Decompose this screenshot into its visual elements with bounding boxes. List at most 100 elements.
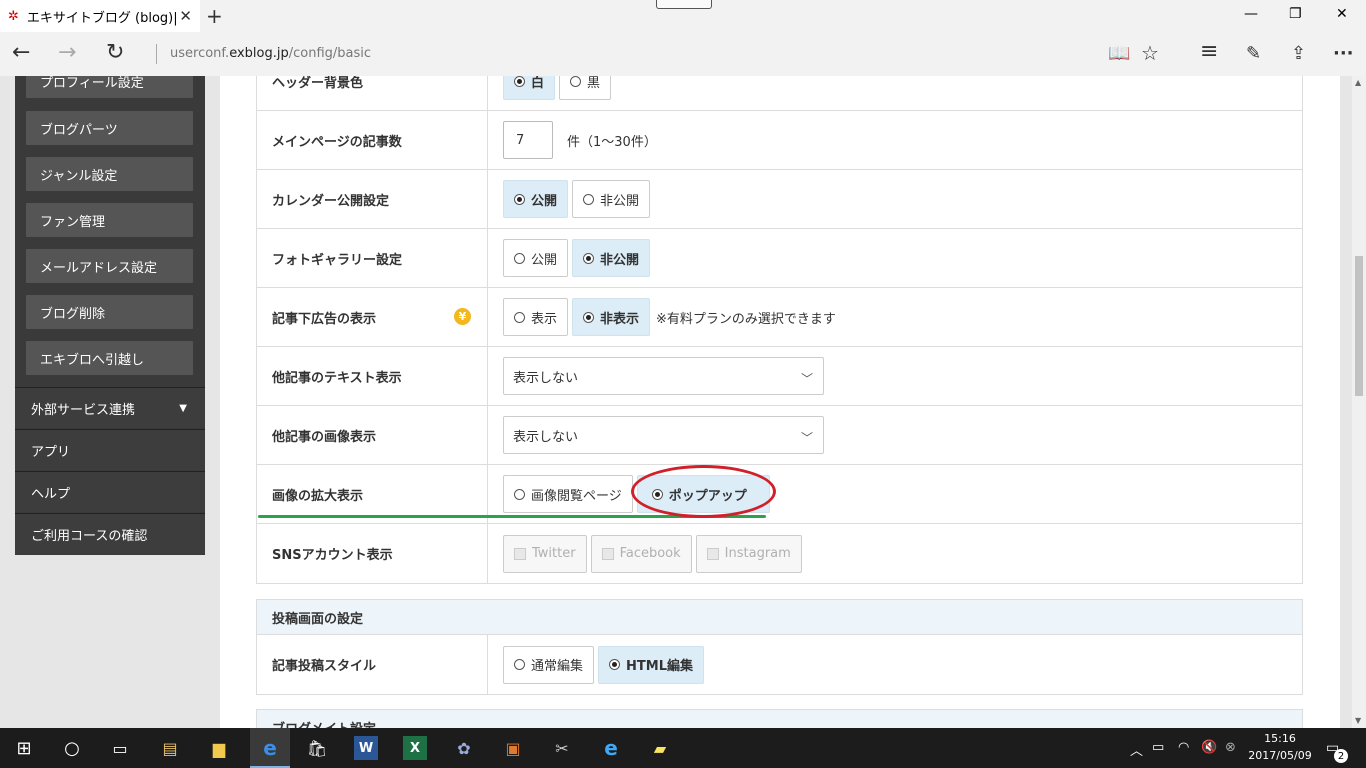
sns-instagram-checkbox[interactable]: Instagram bbox=[695, 534, 802, 573]
notification-count-badge: 2 bbox=[1334, 749, 1348, 763]
wifi-icon[interactable]: ◠ bbox=[1178, 740, 1189, 755]
other-text-select[interactable]: 表示しない ﹀ bbox=[503, 357, 824, 395]
setting-label: 他記事の画像表示 bbox=[257, 406, 488, 464]
back-button[interactable]: ← bbox=[12, 40, 30, 65]
sidebar-item-migrate[interactable]: エキブロへ引越し bbox=[26, 341, 193, 375]
close-tab-icon[interactable]: ✕ bbox=[179, 7, 192, 25]
option-label: HTML編集 bbox=[626, 659, 693, 674]
chevron-down-icon: ﹀ bbox=[800, 372, 813, 386]
scroll-down-icon[interactable]: ▼ bbox=[1355, 716, 1361, 725]
favorite-star-icon[interactable]: ☆ bbox=[1141, 41, 1159, 65]
ad-hide-option[interactable]: 非表示 bbox=[572, 298, 651, 336]
title-drag-handle[interactable] bbox=[656, 0, 712, 9]
sidebar-item-profile[interactable]: プロフィール設定 bbox=[26, 76, 193, 98]
minimize-button[interactable]: — bbox=[1244, 6, 1258, 22]
gallery-private-option[interactable]: 非公開 bbox=[572, 239, 651, 277]
url-path: /config/basic bbox=[288, 46, 372, 61]
sidebar: プロフィール設定 ブログパーツ ジャンル設定 ファン管理 メールアドレス設定 ブ… bbox=[15, 76, 205, 555]
sns-facebook-checkbox[interactable]: Facebook bbox=[590, 534, 692, 573]
hub-icon[interactable]: ≡ bbox=[1200, 39, 1218, 64]
forward-button[interactable]: → bbox=[58, 40, 76, 65]
sidebar-item-genre[interactable]: ジャンル設定 bbox=[26, 157, 193, 191]
search-icon[interactable]: ○ bbox=[60, 736, 84, 760]
ad-show-option[interactable]: 表示 bbox=[503, 298, 569, 336]
battery-icon[interactable]: ▭ bbox=[1152, 740, 1164, 755]
radio-unchecked-icon bbox=[514, 488, 525, 500]
excel-icon[interactable]: X bbox=[403, 736, 427, 760]
option-label: 非公開 bbox=[600, 193, 640, 209]
task-view-icon[interactable]: ▭ bbox=[108, 736, 132, 760]
setting-row-post-style: 記事投稿スタイル 通常編集 HTML編集 bbox=[257, 635, 1302, 694]
radio-unchecked-icon bbox=[583, 193, 595, 205]
url-field[interactable]: userconf.exblog.jp/config/basic bbox=[170, 46, 371, 61]
other-image-select[interactable]: 表示しない ﹀ bbox=[503, 416, 824, 454]
sidebar-item-course[interactable]: ご利用コースの確認 bbox=[15, 513, 205, 554]
snipping-tool-icon[interactable]: ✂ bbox=[550, 736, 574, 760]
file-explorer-icon[interactable]: ▆ bbox=[207, 736, 231, 760]
system-clock[interactable]: 15:16 2017/05/09 bbox=[1248, 730, 1312, 764]
disabled-icon[interactable]: ⊗ bbox=[1225, 740, 1236, 755]
close-window-button[interactable]: ✕ bbox=[1336, 6, 1348, 22]
share-icon[interactable]: ⇪ bbox=[1291, 43, 1306, 64]
more-icon[interactable]: ··· bbox=[1333, 43, 1354, 64]
page-content: プロフィール設定 ブログパーツ ジャンル設定 ファン管理 メールアドレス設定 ブ… bbox=[0, 76, 1352, 728]
chevron-up-icon[interactable]: ︿ bbox=[1130, 740, 1143, 759]
gallery-public-option[interactable]: 公開 bbox=[503, 239, 569, 277]
reading-view-icon[interactable]: 📖 bbox=[1108, 43, 1130, 64]
option-label: 非公開 bbox=[600, 252, 640, 268]
article-count-suffix: 件（1〜30件） bbox=[567, 134, 657, 150]
refresh-button[interactable]: ↻ bbox=[106, 40, 124, 65]
address-bar: ← → ↻ userconf.exblog.jp/config/basic 📖 … bbox=[0, 32, 1366, 76]
header-bg-black-option[interactable]: 黒 bbox=[559, 76, 612, 100]
sidebar-item-help[interactable]: ヘルプ bbox=[15, 471, 205, 512]
scroll-thumb[interactable] bbox=[1355, 256, 1363, 396]
contacts-app-icon[interactable]: ▤ bbox=[158, 736, 182, 760]
internet-explorer-icon[interactable]: e bbox=[599, 736, 623, 760]
edge-browser-icon[interactable]: e bbox=[258, 736, 282, 760]
restore-button[interactable]: ❐ bbox=[1289, 6, 1302, 22]
calendar-public-option[interactable]: 公開 bbox=[503, 180, 569, 218]
sidebar-item-external-services[interactable]: 外部サービス連携 ▼ bbox=[15, 387, 205, 428]
calendar-private-option[interactable]: 非公開 bbox=[572, 180, 651, 218]
radio-unchecked-icon bbox=[570, 76, 582, 87]
scroll-up-icon[interactable]: ▲ bbox=[1355, 78, 1361, 87]
sidebar-item-blog-parts[interactable]: ブログパーツ bbox=[26, 111, 193, 145]
html-edit-option[interactable]: HTML編集 bbox=[598, 645, 704, 684]
settings-table: ヘッダー背景色 白 黒 メインページの記事数 7 件（1〜30件） カレンダー公… bbox=[256, 76, 1303, 584]
normal-edit-option[interactable]: 通常編集 bbox=[503, 645, 595, 684]
radio-checked-icon bbox=[583, 311, 595, 323]
sidebar-item-apps[interactable]: アプリ bbox=[15, 429, 205, 470]
new-tab-button[interactable]: + bbox=[206, 4, 223, 28]
web-note-icon[interactable]: ✎ bbox=[1246, 43, 1261, 64]
header-bg-white-option[interactable]: 白 bbox=[503, 76, 556, 100]
paint-icon[interactable]: ✿ bbox=[452, 736, 476, 760]
word-icon[interactable]: W bbox=[354, 736, 378, 760]
volume-muted-icon[interactable]: 🔇 bbox=[1201, 740, 1217, 755]
setting-row-ad-display: 記事下広告の表示 ¥ 表示 非表示 ※有料プランのみ選択できます bbox=[257, 288, 1302, 347]
sidebar-item-email[interactable]: メールアドレス設定 bbox=[26, 249, 193, 283]
setting-row-photo-gallery: フォトギャラリー設定 公開 非公開 bbox=[257, 229, 1302, 288]
setting-label: 他記事のテキスト表示 bbox=[257, 347, 488, 405]
option-label: 画像閲覧ページ bbox=[531, 488, 622, 504]
setting-label: 記事投稿スタイル bbox=[257, 635, 488, 694]
yen-paid-icon: ¥ bbox=[454, 308, 471, 325]
article-count-input[interactable]: 7 bbox=[503, 121, 553, 159]
radio-checked-icon bbox=[609, 659, 621, 670]
sns-twitter-checkbox[interactable]: Twitter bbox=[503, 534, 587, 573]
setting-label: 記事下広告の表示 bbox=[272, 311, 377, 327]
option-label: Twitter bbox=[532, 546, 576, 561]
sidebar-item-label: 外部サービス連携 bbox=[31, 402, 136, 418]
store-icon[interactable]: 🛍 bbox=[305, 736, 329, 760]
sidebar-item-delete-blog[interactable]: ブログ削除 bbox=[26, 295, 193, 329]
caret-down-icon: ▼ bbox=[179, 402, 187, 414]
option-label: 表示 bbox=[531, 311, 558, 327]
browser-tab[interactable]: ✲ エキサイトブログ (blog)|基本 ✕ bbox=[0, 0, 200, 32]
image-viewer-page-option[interactable]: 画像閲覧ページ bbox=[503, 475, 633, 513]
clock-time: 15:16 bbox=[1264, 732, 1296, 745]
toolbox-icon[interactable]: ▣ bbox=[501, 736, 525, 760]
windows-start-icon[interactable]: ⊞ bbox=[12, 736, 36, 760]
option-label: 黒 bbox=[587, 76, 601, 91]
sticky-notes-icon[interactable]: ▰ bbox=[648, 736, 672, 760]
page-scrollbar[interactable]: ▲ ▼ bbox=[1352, 76, 1366, 728]
sidebar-item-fans[interactable]: ファン管理 bbox=[26, 203, 193, 237]
